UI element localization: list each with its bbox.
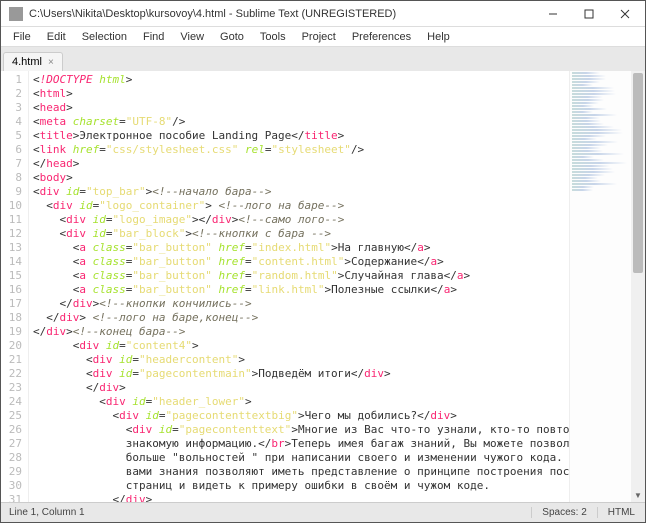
editor-area: 1234567891011121314151617181920212223242… bbox=[1, 71, 645, 502]
status-cursor-pos[interactable]: Line 1, Column 1 bbox=[1, 507, 93, 518]
menu-project[interactable]: Project bbox=[294, 29, 344, 45]
menu-find[interactable]: Find bbox=[135, 29, 172, 45]
menu-selection[interactable]: Selection bbox=[74, 29, 135, 45]
vertical-scrollbar[interactable]: ▲ ▼ bbox=[631, 71, 645, 502]
tab-4html[interactable]: 4.html × bbox=[3, 52, 63, 71]
menu-preferences[interactable]: Preferences bbox=[344, 29, 419, 45]
menu-view[interactable]: View bbox=[172, 29, 212, 45]
close-button[interactable] bbox=[607, 2, 643, 26]
maximize-button[interactable] bbox=[571, 2, 607, 26]
status-indent[interactable]: Spaces: 2 bbox=[531, 507, 596, 518]
status-syntax[interactable]: HTML bbox=[597, 507, 645, 518]
code-editor[interactable]: <!DOCTYPE html><html><head><meta charset… bbox=[29, 71, 569, 502]
scroll-down-icon[interactable]: ▼ bbox=[631, 488, 645, 502]
menubar: File Edit Selection Find View Goto Tools… bbox=[1, 27, 645, 47]
minimap[interactable] bbox=[569, 71, 631, 502]
tab-close-icon[interactable]: × bbox=[48, 57, 54, 68]
scrollbar-thumb[interactable] bbox=[633, 73, 643, 273]
menu-goto[interactable]: Goto bbox=[212, 29, 252, 45]
menu-edit[interactable]: Edit bbox=[39, 29, 74, 45]
menu-file[interactable]: File bbox=[5, 29, 39, 45]
menu-help[interactable]: Help bbox=[419, 29, 458, 45]
statusbar: Line 1, Column 1 Spaces: 2 HTML bbox=[1, 502, 645, 522]
tabbar: 4.html × bbox=[1, 47, 645, 71]
tab-label: 4.html bbox=[12, 56, 42, 68]
app-icon bbox=[9, 7, 23, 21]
line-gutter: 1234567891011121314151617181920212223242… bbox=[1, 71, 29, 502]
titlebar: C:\Users\Nikita\Desktop\kursovoy\4.html … bbox=[1, 1, 645, 27]
menu-tools[interactable]: Tools bbox=[252, 29, 294, 45]
window-controls bbox=[535, 2, 643, 26]
window-title: C:\Users\Nikita\Desktop\kursovoy\4.html … bbox=[29, 8, 535, 20]
minimize-button[interactable] bbox=[535, 2, 571, 26]
